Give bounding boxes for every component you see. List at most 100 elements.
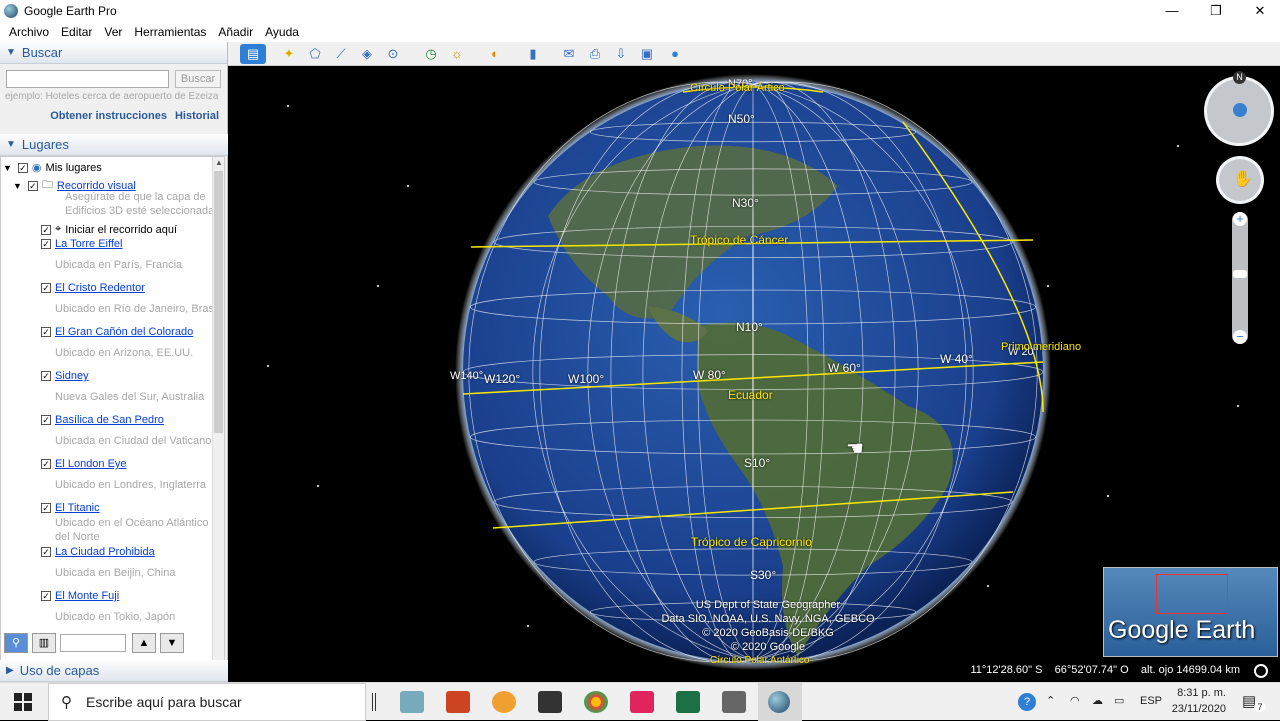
record-tour-icon[interactable]: ⊙	[382, 44, 404, 64]
checkbox-place[interactable]: ✓	[41, 283, 51, 293]
maximize-button[interactable]: ❐	[1194, 0, 1238, 22]
earth-viewport[interactable]: N70° Círculo Polar Ártico N50° N30° Tróp…	[228, 66, 1280, 682]
places-filter-input[interactable]	[60, 634, 126, 652]
add-path-icon[interactable]: ⟋	[330, 44, 352, 64]
menu-bar: Archivo Editar Ver Herramientas Añadir A…	[0, 22, 1280, 42]
clock-date[interactable]: 23/11/2020	[1170, 703, 1226, 715]
clock-time[interactable]: 8:31 p. m.	[1176, 687, 1226, 699]
checkbox-my-places[interactable]: ✓	[17, 162, 28, 173]
checkbox-place[interactable]: ✓	[41, 591, 51, 601]
checkbox-place[interactable]: ✓	[41, 371, 51, 381]
tree-item-tour-start[interactable]: Iniciar el recorrido aquí	[65, 224, 177, 236]
tree-item-place[interactable]: El London Eye	[55, 458, 127, 470]
dropbox-icon[interactable]	[400, 691, 424, 713]
tree-scrollbar[interactable]: ▲ ▼	[212, 157, 224, 669]
tree-item-my-places[interactable]: Mis lugares	[46, 162, 102, 174]
menu-ayuda[interactable]: Ayuda	[265, 25, 299, 39]
menu-anadir[interactable]: Añadir	[218, 25, 253, 39]
save-image-icon[interactable]: ⇩	[610, 44, 632, 64]
tree-item-place[interactable]: El Gran Cañón del Colorado	[55, 326, 193, 338]
tree-item-place[interactable]: La Torre Eiffel	[55, 238, 122, 250]
expand-triangle-icon: ▶	[6, 665, 14, 676]
move-joystick[interactable]: ✋	[1216, 156, 1264, 204]
latitude-label: N10°	[736, 320, 763, 334]
checkbox-place[interactable]: ✓	[41, 459, 51, 469]
checkbox-place[interactable]: ✓	[41, 547, 51, 557]
globe-icon[interactable]: ●	[664, 44, 686, 64]
ruler-icon[interactable]: ▮	[522, 44, 544, 64]
checkbox-place[interactable]: ✓	[41, 327, 51, 337]
sunlight-icon[interactable]: ☼	[446, 44, 468, 64]
longitude-label: W 80°	[693, 368, 726, 382]
store-icon[interactable]	[538, 691, 562, 713]
tree-item-tour[interactable]: Recorrido visual	[57, 180, 136, 192]
north-compass-icon[interactable]: N	[1233, 71, 1246, 84]
checkbox-place[interactable]: ✓	[41, 415, 51, 425]
excel-icon[interactable]	[676, 691, 700, 713]
tree-item-place[interactable]: El Monte Fuji	[55, 590, 119, 602]
tree-item-place[interactable]: El Titanic	[55, 502, 100, 514]
tree-item-place[interactable]: El Cristo Redentor	[55, 282, 145, 294]
zoom-in-icon[interactable]: +	[1233, 212, 1247, 226]
view-in-maps-icon[interactable]: ▣	[636, 44, 658, 64]
history-link[interactable]: Historial	[175, 110, 219, 122]
sidebar-toggle-icon[interactable]: ▤	[240, 44, 266, 64]
tree-item-place[interactable]: Basílica de San Pedro	[55, 414, 164, 426]
email-icon[interactable]: ✉	[558, 44, 580, 64]
historical-imagery-icon[interactable]: ◷	[420, 44, 442, 64]
app-pink-icon[interactable]	[630, 691, 654, 713]
search-panel-header[interactable]: ▼ Buscar	[0, 42, 227, 64]
add-overlay-icon[interactable]: ◈	[356, 44, 378, 64]
chevron-up-icon[interactable]: ⌃	[1046, 694, 1055, 707]
get-directions-link[interactable]: Obtener instrucciones	[50, 110, 167, 122]
expand-arrow-icon[interactable]: ▼	[13, 181, 22, 191]
streaming-indicator-icon	[1254, 664, 1268, 678]
zoom-out-icon[interactable]: −	[1233, 330, 1247, 344]
checkbox-place[interactable]: ✓	[41, 239, 51, 249]
print-icon[interactable]: ⎙	[584, 44, 606, 64]
chrome-icon[interactable]	[584, 691, 608, 713]
menu-herramientas[interactable]: Herramientas	[134, 25, 206, 39]
search-places-icon[interactable]: ⚲	[4, 633, 28, 653]
checkbox-place[interactable]: ✓	[41, 503, 51, 513]
tree-item-place[interactable]: Sidney	[55, 370, 89, 382]
zoom-slider[interactable]: + −	[1232, 212, 1248, 344]
move-up-icon[interactable]: ▲	[132, 633, 156, 653]
scroll-up-arrow-icon[interactable]: ▲	[213, 158, 224, 167]
app-orange-icon[interactable]	[492, 691, 516, 713]
wifi-icon[interactable]: ◠	[1070, 694, 1080, 707]
places-panel-header[interactable]: ▼ Lugares	[0, 134, 228, 156]
search-button[interactable]: Buscar	[175, 70, 221, 88]
close-button[interactable]: ✕	[1238, 0, 1280, 22]
scrollbar-thumb[interactable]	[214, 171, 223, 433]
help-icon[interactable]: ?	[1018, 693, 1036, 711]
task-view-icon[interactable]	[372, 693, 376, 711]
language-indicator[interactable]: ESP	[1140, 695, 1162, 707]
layers-panel-header[interactable]: ▶ Uso de capas	[0, 660, 228, 682]
overview-map[interactable]: Google Earth	[1103, 567, 1278, 657]
add-placemark-icon[interactable]: ✦	[278, 44, 300, 64]
tree-item-place[interactable]: La Ciudad Prohibida	[55, 546, 155, 558]
menu-ver[interactable]: Ver	[104, 25, 122, 39]
checkbox-tour[interactable]: ✓	[27, 180, 38, 191]
zoom-slider-handle[interactable]	[1233, 270, 1247, 278]
minimize-button[interactable]: —	[1150, 0, 1194, 22]
expand-arrow-icon[interactable]: ▼	[3, 163, 12, 173]
app-gray-icon[interactable]	[722, 691, 746, 713]
taskbar-search[interactable]: ⚲ Escribe aquí para buscar	[48, 682, 366, 721]
look-joystick[interactable]	[1204, 76, 1274, 146]
search-panel-title: Buscar	[21, 45, 63, 60]
add-polygon-icon[interactable]: ⬠	[304, 44, 326, 64]
winrar-icon[interactable]	[446, 691, 470, 713]
cloud-icon[interactable]: ☁	[1092, 694, 1103, 707]
search-input[interactable]	[6, 70, 169, 88]
planets-icon[interactable]: ◐	[484, 44, 506, 64]
move-down-icon[interactable]: ▼	[160, 633, 184, 653]
windows-start-icon[interactable]	[14, 693, 32, 711]
battery-icon[interactable]: ▭	[1114, 694, 1124, 707]
menu-editar[interactable]: Editar	[61, 25, 92, 39]
menu-archivo[interactable]: Archivo	[9, 25, 49, 39]
panel-toggle-icon[interactable]: ▥	[32, 633, 56, 653]
google-earth-taskbar-button[interactable]	[758, 683, 802, 721]
checkbox-tour-start[interactable]: ✓	[41, 224, 51, 235]
